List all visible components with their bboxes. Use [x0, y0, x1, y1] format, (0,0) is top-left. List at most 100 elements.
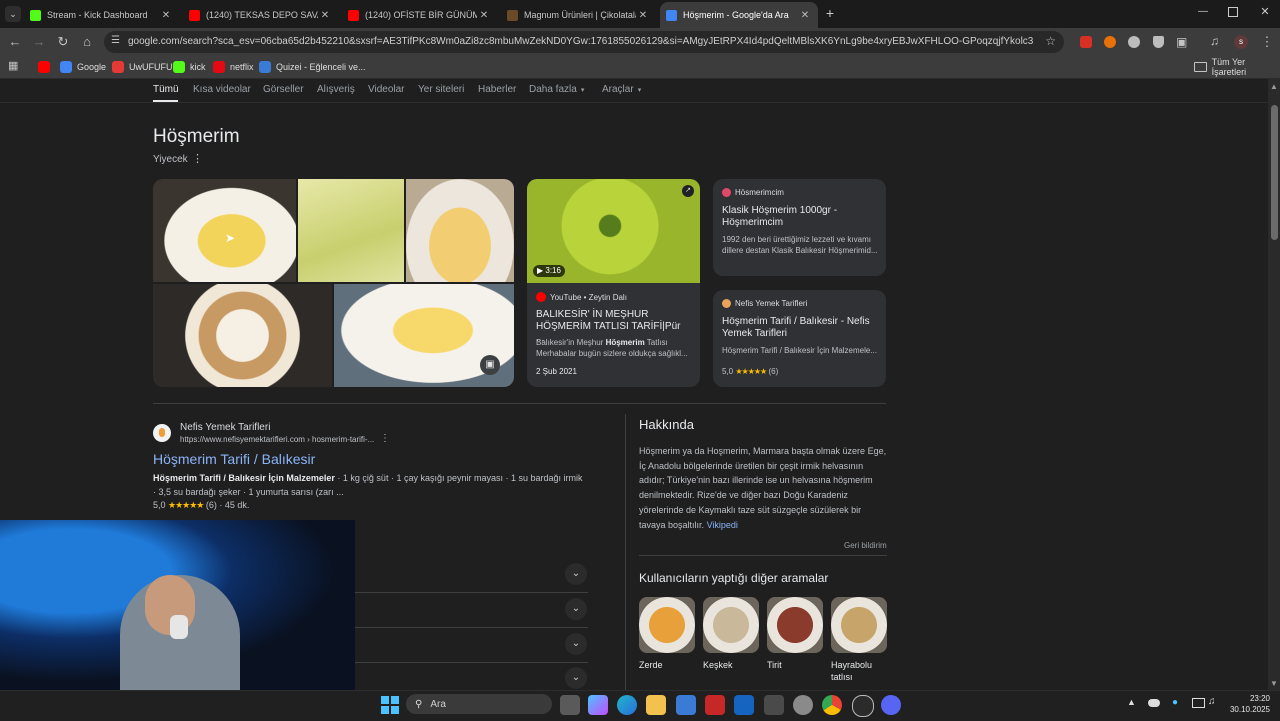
tab-2[interactable]: (1240) TEKSAS DEPO SAVAŞLA✕	[183, 2, 338, 28]
extensions-puzzle-icon[interactable]: ▣	[1176, 35, 1187, 49]
extension-shield-icon[interactable]	[1153, 36, 1164, 48]
taskbar-search[interactable]: ⚲ Ara	[406, 694, 552, 714]
search-tab-5[interactable]: Videolar	[368, 84, 405, 95]
start-windows-icon[interactable]	[381, 696, 399, 714]
address-bar[interactable]: ☰ google.com/search?sca_esv=06cba65d2b45…	[104, 31, 1064, 53]
more-images-icon[interactable]: ▣	[480, 355, 500, 375]
expand-chevron-icon[interactable]: ⌄	[565, 598, 587, 620]
new-tab-button[interactable]: +	[822, 6, 838, 22]
bookmark-1[interactable]	[38, 59, 55, 75]
close-tab-icon[interactable]: ✕	[477, 10, 491, 21]
scroll-down-icon[interactable]: ▼	[1270, 679, 1278, 688]
result-title[interactable]: Höşmerim Tarifi / Balıkesir	[153, 451, 315, 467]
site-info-icon[interactable]: ☰	[111, 35, 120, 46]
search-tab-3[interactable]: Görseller	[263, 84, 304, 95]
close-tab-icon[interactable]: ✕	[318, 10, 332, 21]
address-url[interactable]: google.com/search?sca_esv=06cba65d2b4522…	[128, 36, 1033, 47]
bookmark-5[interactable]: netflix	[213, 59, 254, 75]
extension-orange-icon[interactable]	[1104, 36, 1116, 48]
settings-gear-icon[interactable]	[793, 695, 813, 715]
chrome-icon[interactable]	[822, 695, 842, 715]
extension-cast-icon[interactable]	[1128, 36, 1140, 48]
tab-4[interactable]: Magnum Ürünleri | Çikolatalar ✕	[501, 2, 656, 28]
menu-kebab-icon[interactable]: ⋮	[1259, 34, 1275, 50]
all-bookmarks[interactable]: Tüm Yer İşaretleri	[1194, 57, 1280, 77]
discord-icon[interactable]	[881, 695, 901, 715]
side-card-nefis[interactable]: Nefis Yemek Tarifleri Höşmerim Tarifi / …	[713, 290, 886, 387]
side-card-title[interactable]: Höşmerim Tarifi / Balıkesir - Nefis Yeme…	[722, 316, 877, 340]
search-tab-9[interactable]: Araçlar ▾	[602, 84, 641, 95]
search-tab-6[interactable]: Yer siteleri	[418, 84, 464, 95]
calculator-icon[interactable]	[764, 695, 784, 715]
related-label[interactable]: Hayrabolu tatlısı	[831, 659, 891, 683]
outlook-icon[interactable]	[734, 695, 754, 715]
related-label[interactable]: Zerde	[639, 659, 699, 671]
profile-avatar[interactable]: s	[1234, 35, 1248, 49]
home-icon[interactable]: ⌂	[79, 34, 95, 50]
search-tab-8[interactable]: Daha fazla ▾	[529, 84, 584, 95]
related-label[interactable]: Tirit	[767, 659, 827, 671]
close-tab-icon[interactable]: ✕	[636, 10, 650, 21]
side-card-hosmerimcim[interactable]: Hösmerimcim Klasik Höşmerim 1000gr - Höş…	[713, 179, 886, 276]
video-card[interactable]: ↗ ▶ 3:16 YouTube • Zeytin Dalı BALIKESİR…	[527, 179, 700, 387]
bookmark-2[interactable]: Google	[60, 59, 106, 75]
close-tab-icon[interactable]: ✕	[798, 10, 812, 21]
search-tab-7[interactable]: Haberler	[478, 84, 516, 95]
media-control-icon[interactable]: ♫	[1210, 34, 1219, 48]
tab-3[interactable]: (1240) OFİSTE BİR GÜNÜM VLO✕	[342, 2, 497, 28]
wikipedia-link[interactable]: Vikipedi	[707, 520, 738, 530]
apps-grid-icon[interactable]: ▦	[8, 61, 18, 72]
related-thumbnail[interactable]	[831, 597, 887, 653]
bookmark-3[interactable]: UwUFUFU	[112, 59, 173, 75]
bookmark-4[interactable]: kick	[173, 59, 206, 75]
volume-icon[interactable]: ♫	[1208, 696, 1216, 707]
search-tab-1[interactable]: Tümü	[153, 84, 179, 95]
related-thumbnail[interactable]	[639, 597, 695, 653]
related-label[interactable]: Keşkek	[703, 659, 763, 671]
expand-chevron-icon[interactable]: ⌄	[565, 633, 587, 655]
image-hosmerim-pie[interactable]	[153, 284, 332, 387]
result-more-icon[interactable]: ⋮	[380, 433, 390, 444]
forward-icon[interactable]: →	[31, 34, 47, 50]
related-thumbnail[interactable]	[767, 597, 823, 653]
expand-chevron-icon[interactable]: ⌄	[565, 667, 587, 689]
copilot-icon[interactable]	[588, 695, 608, 715]
tab-1[interactable]: Stream - Kick Dashboard ✕	[24, 2, 179, 28]
more-options-icon[interactable]: ⋮	[192, 152, 203, 165]
store-icon[interactable]	[676, 695, 696, 715]
back-icon[interactable]: ←	[7, 34, 23, 50]
clock[interactable]: 23:20 30.10.2025	[1226, 693, 1270, 715]
expand-chevron-icon[interactable]: ⌄	[565, 563, 587, 585]
scrollbar-thumb[interactable]	[1271, 105, 1278, 240]
extension-red-icon[interactable]	[1080, 36, 1092, 48]
microphone-icon[interactable]: ●	[1172, 697, 1178, 708]
reload-icon[interactable]: ↻	[55, 34, 71, 50]
app-red-icon[interactable]	[705, 695, 725, 715]
image-hosmerim-coconut[interactable]	[298, 179, 404, 282]
tab-search-button[interactable]: ⌄	[5, 6, 21, 22]
close-tab-icon[interactable]: ✕	[159, 10, 173, 21]
network-icon[interactable]	[1192, 698, 1205, 708]
task-view-icon[interactable]	[560, 695, 580, 715]
search-tab-4[interactable]: Alışveriş	[317, 84, 355, 95]
feedback-link[interactable]: Geri bildirim	[844, 541, 887, 550]
result-site-name[interactable]: Nefis Yemek Tarifleri	[180, 422, 270, 433]
tray-chevron-icon[interactable]: ▲	[1127, 697, 1136, 707]
bookmark-6[interactable]: Quizei - Eğlenceli ve...	[259, 59, 366, 75]
side-card-title[interactable]: Klasik Höşmerim 1000gr - Höşmerimcim	[722, 205, 877, 229]
bookmark-star-icon[interactable]: ☆	[1045, 34, 1056, 48]
related-thumbnail[interactable]	[703, 597, 759, 653]
obs-icon[interactable]	[852, 695, 874, 717]
image-hosmerim-bowl[interactable]	[406, 179, 514, 282]
result-url[interactable]: https://www.nefisyemektarifleri.com › ho…	[180, 435, 374, 444]
scroll-up-icon[interactable]: ▲	[1270, 82, 1278, 91]
tab-5[interactable]: Höşmerim - Google'da Ara ✕	[660, 2, 818, 28]
file-explorer-icon[interactable]	[646, 695, 666, 715]
minimize-button[interactable]: —	[1196, 6, 1210, 20]
edge-icon[interactable]	[617, 695, 637, 715]
close-window-button[interactable]: ✕	[1258, 5, 1272, 19]
onedrive-icon[interactable]	[1148, 699, 1160, 707]
maximize-button[interactable]	[1228, 7, 1238, 17]
expand-icon[interactable]: ↗	[682, 185, 694, 197]
search-tab-2[interactable]: Kısa videolar	[193, 84, 251, 95]
